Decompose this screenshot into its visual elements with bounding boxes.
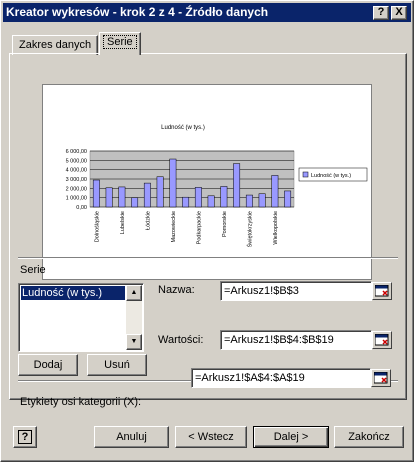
chart-bar [220,186,228,208]
y-tick-label: 3 000,00 [66,177,87,183]
x-tick-label: Wielkopolskie [273,211,279,245]
x-tick-label: Łódzkie [145,211,151,230]
y-tick-label: 5 000,00 [66,158,87,164]
chart-bar [258,193,266,208]
name-range-picker[interactable] [372,282,392,300]
chart-bar [284,190,292,208]
window-title: Kreator wykresów - krok 2 z 4 - Źródło d… [6,5,269,19]
series-group-label-text: Serie [20,264,46,276]
tab-series-label: Serie [103,35,137,49]
x-tick-label: Podkarpackie [196,211,202,244]
chart-bar [169,158,177,208]
chart-bar [156,176,164,208]
separator-top [18,257,398,259]
x-tick-label: Mazowieckie [171,211,177,242]
chart-bar [131,197,139,208]
tabs-area: Zakres danych Serie Ludność (w tys.) 6 00… [9,32,407,408]
chart-bar [245,194,253,208]
finish-button[interactable]: Zakończ [334,426,404,448]
help-button[interactable]: ? [13,426,37,448]
range-picker-icon [374,372,388,384]
chart-bar [207,195,215,208]
remove-series-button[interactable]: Usuń [87,354,147,376]
y-tick-label: 4 000,00 [66,168,87,174]
range-picker-icon [375,285,389,297]
tab-series[interactable]: Serie [99,32,141,55]
range-picker-icon [375,334,389,346]
y-tick-label: 6 000,00 [66,149,87,155]
y-tick-label: 0,00 [76,205,87,211]
category-label: Etykiety osi kategorii (X): [20,396,142,408]
back-button[interactable]: < Wstecz [175,426,247,448]
tab-data-range[interactable]: Zakres danych [12,35,99,55]
chart-bar [194,187,202,208]
values-label: Wartości: [158,334,204,346]
chart-bar [143,182,151,208]
series-list-item[interactable]: Ludność (w tys.) [21,286,125,300]
chart-svg: Ludność (w tys.) 6 000,00 5 000,00 4 000,00… [66,125,368,247]
title-bar: Kreator wykresów - krok 2 z 4 - Źródło d… [3,3,411,22]
chart-bar [271,175,279,208]
close-button[interactable]: X [391,6,407,20]
x-tick-label: Pomorskie [222,211,228,237]
chart-bar [118,186,126,208]
scroll-up-icon[interactable]: ▲ [126,285,142,301]
name-field[interactable]: =Arkusz1!$B$3 [220,281,372,301]
tab-data-range-label: Zakres danych [19,39,92,51]
x-tick-label: Dolnośląskie [94,211,100,242]
chart-bar [105,187,113,208]
values-range-picker[interactable] [372,331,392,349]
chart-wizard-dialog: Kreator wykresów - krok 2 z 4 - Źródło d… [0,0,414,462]
x-tick-label: Świętokrzyskie [245,211,253,247]
chart-preview: Ludność (w tys.) 6 000,00 5 000,00 4 000,00… [42,84,372,280]
chart-bar [92,179,100,208]
y-tick-label: 1 000,00 [66,196,87,202]
chart-bar [182,196,190,208]
values-field[interactable]: =Arkusz1!$B$4:$B$19 [220,330,372,350]
x-tick-label: Lubelskie [120,211,126,234]
chart-bar [233,163,241,208]
series-scrollbar[interactable]: ▲ ▼ [126,285,142,350]
legend-label: Ludność (w tys.) [311,173,351,179]
series-group-label: Serie [20,264,46,276]
category-range-picker[interactable] [371,369,391,387]
series-listbox[interactable]: Ludność (w tys.) ▲ ▼ [18,283,144,352]
chart-title: Ludność (w tys.) [161,125,205,131]
next-button[interactable]: Dalej > [253,426,329,448]
category-field[interactable]: =Arkusz1!$A$4:$A$19 [191,368,371,388]
series-tab-panel: Ludność (w tys.) 6 000,00 5 000,00 4 000,00… [9,53,407,408]
help-icon: ? [18,430,32,444]
name-label: Nazwa: [158,284,195,296]
cancel-button[interactable]: Anuluj [94,426,169,448]
legend-swatch [302,171,309,178]
scroll-down-icon[interactable]: ▼ [126,334,142,350]
add-series-button[interactable]: Dodaj [18,354,78,376]
help-title-button[interactable]: ? [373,6,389,20]
y-tick-label: 2 000,00 [66,186,87,192]
